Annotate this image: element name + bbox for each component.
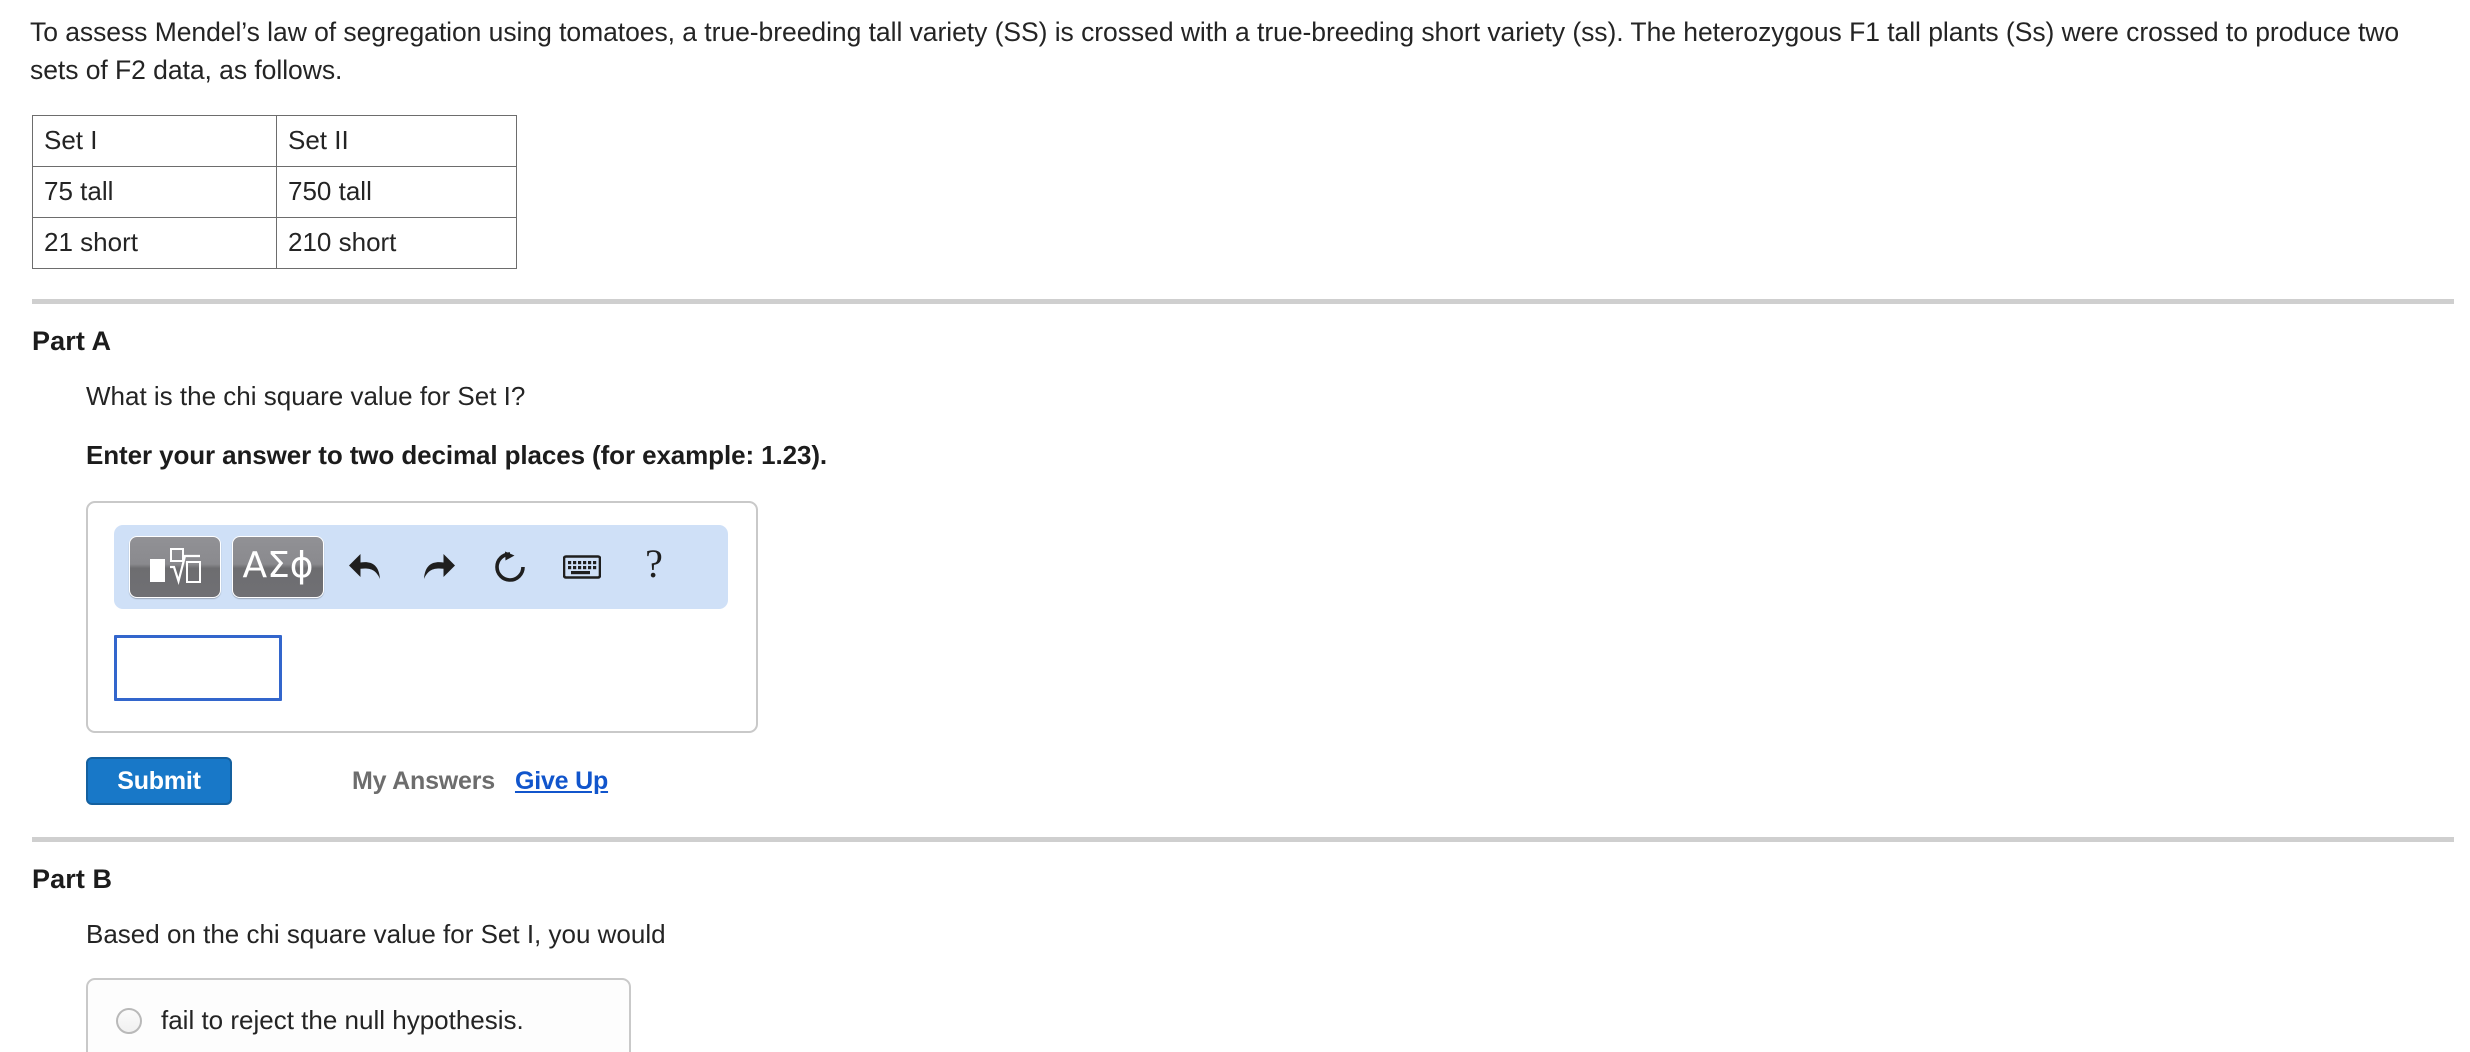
help-question-mark: ? xyxy=(645,541,663,587)
part-a-answer-panel: ΑΣϕ ? xyxy=(86,501,758,734)
part-b-choice-panel: fail to reject the null hypothesis. reje… xyxy=(86,978,631,1052)
table-cell-set2-tall: 750 tall xyxy=(276,166,517,219)
question-page: To assess Mendel’s law of segregation us… xyxy=(0,0,2470,1052)
redo-button[interactable] xyxy=(407,536,469,598)
my-answers-link[interactable]: My Answers xyxy=(352,767,495,796)
greek-symbols-button[interactable]: ΑΣϕ xyxy=(232,536,324,599)
table-header-set-2: Set II xyxy=(276,115,517,168)
answer-input[interactable] xyxy=(114,635,282,702)
keyboard-button[interactable] xyxy=(551,536,613,598)
choice-option-reject[interactable]: reject the null hypothesis. xyxy=(88,1043,629,1052)
math-toolbar: ΑΣϕ ? xyxy=(114,525,728,610)
table-header-set-1: Set I xyxy=(32,115,277,168)
part-b-question: Based on the chi square value for Set I,… xyxy=(86,919,666,950)
undo-icon xyxy=(349,554,380,580)
table-cell-set1-tall: 75 tall xyxy=(32,166,277,219)
table-row: 21 short 210 short xyxy=(32,217,517,270)
part-a-question: What is the chi square value for Set I? xyxy=(86,381,526,412)
redo-icon xyxy=(424,554,455,580)
refresh-icon xyxy=(495,551,525,583)
reset-button[interactable] xyxy=(479,536,541,598)
part-a-instruction: Enter your answer to two decimal places … xyxy=(86,440,828,471)
table-cell-set2-short: 210 short xyxy=(276,217,517,270)
part-a-heading: Part A xyxy=(32,326,112,357)
help-button[interactable]: ? xyxy=(623,536,685,598)
submit-button[interactable]: Submit xyxy=(86,757,232,806)
math-template-icon xyxy=(150,548,201,586)
f2-data-table-wrapper: Set I Set II 75 tall 750 tall 21 short 2… xyxy=(0,89,2470,270)
keyboard-icon xyxy=(563,555,601,580)
part-b-heading: Part B xyxy=(32,864,113,895)
table-row: Set I Set II xyxy=(32,115,517,168)
give-up-link[interactable]: Give Up xyxy=(515,767,608,796)
f2-data-table: Set I Set II 75 tall 750 tall 21 short 2… xyxy=(32,115,517,270)
part-a-action-row: Submit My Answers Give Up xyxy=(86,755,2470,807)
undo-button[interactable] xyxy=(335,536,397,598)
table-cell-set1-short: 21 short xyxy=(32,217,277,270)
intro-paragraph: To assess Mendel’s law of segregation us… xyxy=(30,17,2400,85)
table-row: 75 tall 750 tall xyxy=(32,166,517,219)
radio-button-icon[interactable] xyxy=(116,1007,142,1034)
choice-label: fail to reject the null hypothesis. xyxy=(161,1005,524,1036)
math-template-button[interactable] xyxy=(129,536,221,599)
choice-option-fail-to-reject[interactable]: fail to reject the null hypothesis. xyxy=(88,998,629,1043)
